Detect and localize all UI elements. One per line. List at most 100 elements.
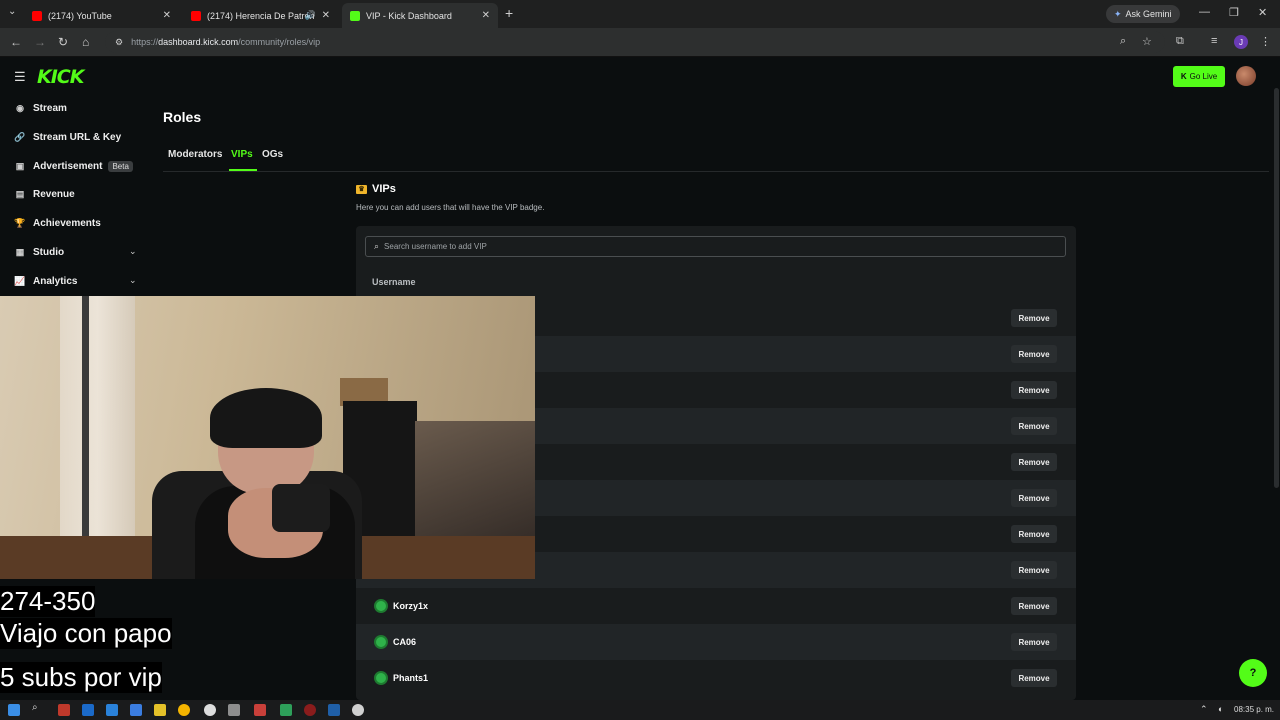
remove-button[interactable]: Remove	[1011, 381, 1057, 399]
obs-icon[interactable]	[352, 704, 364, 716]
sidebar-item-label: Stream URL & Key	[33, 131, 122, 143]
url-host: dashboard.kick.com	[158, 37, 239, 47]
network-icon[interactable]: ◐	[1218, 704, 1223, 714]
browser-tab-herencia[interactable]: (2174) Herencia De Patron 🔊 ✕	[183, 3, 338, 28]
remove-button[interactable]: Remove	[1011, 561, 1057, 579]
taskbar-app-icon[interactable]	[280, 704, 292, 716]
minimize-icon[interactable]: —	[1199, 6, 1210, 18]
ask-gemini-button[interactable]: ✦ Ask Gemini	[1106, 5, 1180, 23]
close-icon[interactable]: ✕	[482, 10, 490, 21]
search-box[interactable]: ⌕	[365, 236, 1066, 257]
sidebar-item-revenue[interactable]: ▤ Revenue	[14, 186, 75, 202]
speaker-icon[interactable]: 🔊	[305, 10, 316, 21]
vip-badge-icon	[374, 671, 388, 685]
remove-button[interactable]: Remove	[1011, 669, 1057, 687]
section-title-text: VIPs	[372, 183, 396, 195]
home-icon[interactable]: ⌂	[82, 35, 89, 49]
remove-button[interactable]: Remove	[1011, 417, 1057, 435]
overlay-status: Viajo con papo	[0, 618, 172, 649]
sidebar-item-advertisement[interactable]: ▣ Advertisement Beta	[14, 158, 133, 174]
table-row: Korzy1x Remove	[356, 588, 1076, 624]
hamburger-menu-icon[interactable]: ☰	[14, 69, 26, 85]
taskbar-clock[interactable]: 08:35 p. m.	[1234, 705, 1274, 714]
new-tab-icon[interactable]: +	[505, 5, 513, 21]
browser-tab-kick[interactable]: VIP - Kick Dashboard ✕	[342, 3, 498, 28]
reload-icon[interactable]: ↻	[58, 35, 68, 49]
taskbar-app-icon[interactable]	[82, 704, 94, 716]
taskbar-app-icon[interactable]	[304, 704, 316, 716]
close-window-icon[interactable]: ✕	[1258, 6, 1267, 19]
sidebar-item-stream-url-key[interactable]: 🔗 Stream URL & Key	[14, 129, 121, 145]
windows-start-icon[interactable]	[8, 704, 20, 716]
address-bar[interactable]: ⚙ https://dashboard.kick.com/community/r…	[105, 31, 1165, 53]
taskbar-app-icon[interactable]	[254, 704, 266, 716]
username-cell[interactable]: Phants1	[374, 671, 428, 685]
remove-button[interactable]: Remove	[1011, 597, 1057, 615]
tab-ogs[interactable]: OGs	[262, 149, 283, 160]
tab-moderators[interactable]: Moderators	[168, 149, 222, 160]
restore-icon[interactable]: ❐	[1229, 6, 1239, 19]
sidebar-item-analytics[interactable]: 📈 Analytics	[14, 273, 77, 289]
file-explorer-icon[interactable]	[154, 704, 166, 716]
username-cell[interactable]: CA06	[374, 635, 416, 649]
sidebar-item-label: Stream	[33, 102, 67, 114]
close-icon[interactable]: ✕	[163, 10, 171, 21]
chevron-down-icon[interactable]: ⌄	[129, 275, 137, 286]
remove-button[interactable]: Remove	[1011, 345, 1057, 363]
studio-icon: ▦	[15, 246, 25, 257]
back-icon[interactable]: ←	[10, 35, 22, 49]
tab-search-icon[interactable]: ⌄	[8, 6, 16, 17]
sidebar-item-studio[interactable]: ▦ Studio	[14, 244, 64, 260]
media-control-icon[interactable]: ≡	[1211, 35, 1217, 47]
help-chat-icon[interactable]: ?	[1239, 659, 1267, 687]
tab-vips[interactable]: VIPs	[231, 149, 253, 160]
forward-icon[interactable]: →	[34, 35, 46, 49]
chevron-down-icon[interactable]: ⌄	[129, 246, 137, 257]
sidebar-item-achievements[interactable]: 🏆 Achievements	[14, 215, 100, 231]
steam-icon[interactable]	[328, 704, 340, 716]
trophy-icon: 🏆	[14, 217, 26, 228]
sidebar-item-label: Advertisement	[33, 160, 103, 172]
remove-button[interactable]: Remove	[1011, 633, 1057, 651]
search-icon[interactable]: ⌕	[32, 702, 44, 714]
gemini-icon: ✦	[1114, 8, 1122, 19]
table-row: CA06 Remove	[356, 624, 1076, 660]
bookmark-star-icon[interactable]: ☆	[1142, 35, 1152, 48]
overlay-offer: 5 subs por vip	[0, 662, 162, 693]
browser-tab-youtube[interactable]: (2174) YouTube ✕	[24, 3, 179, 28]
taskbar-app-icon[interactable]	[58, 704, 70, 716]
overlay-vip-range: 274-350	[0, 586, 96, 617]
taskbar-app-icon[interactable]	[228, 704, 240, 716]
webcam-phone	[272, 484, 330, 532]
remove-button[interactable]: Remove	[1011, 489, 1057, 507]
remove-button[interactable]: Remove	[1011, 453, 1057, 471]
taskbar-app-icon[interactable]	[106, 704, 118, 716]
close-icon[interactable]: ✕	[322, 10, 330, 21]
go-live-button[interactable]: K Go Live	[1173, 66, 1225, 87]
tab-title: (2174) Herencia De Patron	[207, 10, 315, 21]
username: Korzy1x	[393, 601, 429, 611]
zoom-icon[interactable]: ⌕	[1120, 35, 1126, 48]
sidebar-item-stream[interactable]: ◉ Stream	[14, 100, 67, 116]
taskbar-app-icon[interactable]	[130, 704, 142, 716]
search-input[interactable]	[384, 242, 985, 251]
user-avatar[interactable]	[1236, 66, 1256, 86]
taskbar-app-icon[interactable]	[204, 704, 216, 716]
role-tabs: Moderators VIPs OGs	[163, 148, 1269, 172]
profile-avatar[interactable]: J	[1234, 35, 1248, 49]
site-info-icon[interactable]: ⚙	[115, 37, 123, 48]
username-cell[interactable]: Korzy1x	[374, 599, 428, 613]
remove-button[interactable]: Remove	[1011, 525, 1057, 543]
beta-badge: Beta	[108, 160, 133, 172]
go-live-label: Go Live	[1189, 72, 1218, 81]
section-subtitle: Here you can add users that will have th…	[356, 203, 545, 212]
remove-button[interactable]: Remove	[1011, 309, 1057, 327]
scrollbar[interactable]	[1274, 88, 1279, 488]
extensions-icon[interactable]: ⧉	[1176, 35, 1184, 48]
windows-taskbar: ⌕ ⌃ ◐ 08:35 p. m.	[0, 700, 1280, 720]
browser-toolbar: ← → ↻ ⌂ ⚙ https://dashboard.kick.com/com…	[0, 28, 1280, 57]
chrome-icon[interactable]	[178, 704, 190, 716]
menu-kebab-icon[interactable]: ⋮	[1260, 35, 1271, 48]
kick-logo[interactable]: KICK	[37, 66, 84, 88]
tray-chevron-icon[interactable]: ⌃	[1200, 704, 1208, 715]
